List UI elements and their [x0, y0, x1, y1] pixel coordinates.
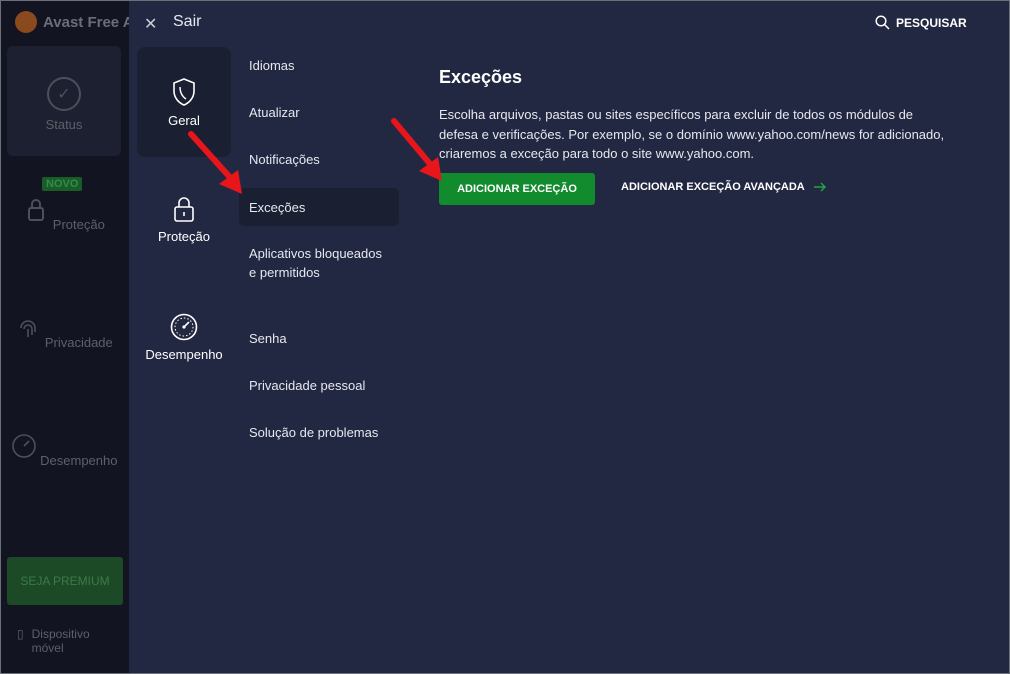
window: Avast Free A ✓ Status NOVO Proteção Priv… [0, 0, 1010, 674]
background-sidebar: Avast Free A ✓ Status NOVO Proteção Priv… [1, 1, 134, 673]
search-icon [875, 15, 890, 30]
page-description: Escolha arquivos, pastas ou sites especí… [439, 107, 945, 161]
shield-icon [173, 78, 195, 106]
subnav-excecoes-label: Exceções [249, 199, 306, 215]
app-title-text: Avast Free A [43, 13, 134, 31]
speedometer-icon [170, 313, 198, 341]
bg-nav-protection-label: Proteção [52, 217, 105, 232]
speedometer-icon [11, 434, 36, 458]
mobile-device-label: Dispositivo móvel [31, 627, 90, 655]
bg-nav-performance: Desempenho [7, 433, 121, 468]
subnav-privacidade-pessoal[interactable]: Privacidade pessoal [239, 376, 399, 395]
check-circle-icon: ✓ [47, 77, 81, 111]
avast-logo-icon [15, 11, 37, 33]
search-button[interactable]: PESQUISAR [875, 15, 967, 30]
bg-nav-status: ✓ Status [7, 46, 121, 156]
subnav-senha[interactable]: Senha [239, 329, 399, 348]
new-badge: NOVO [42, 177, 83, 191]
bg-nav-performance-label: Desempenho [40, 453, 118, 468]
bg-nav-privacy: Privacidade [7, 315, 121, 350]
bg-nav-protection: Proteção [7, 197, 121, 232]
bg-nav-privacy-label: Privacidade [44, 335, 113, 350]
category-desempenho[interactable]: Desempenho [137, 313, 231, 362]
search-label: PESQUISAR [896, 15, 967, 30]
mobile-device-item: ▯ Dispositivo móvel [17, 627, 102, 655]
arrow-right-icon [813, 182, 826, 192]
subnav-atualizar[interactable]: Atualizar [239, 103, 399, 122]
annotation-arrow-2 [391, 118, 442, 181]
premium-button: SEJA PREMIUM [7, 557, 123, 605]
phone-icon: ▯ [17, 627, 24, 641]
subnav-solucao-problemas[interactable]: Solução de problemas [239, 423, 399, 442]
add-advanced-exception-label: ADICIONAR EXCEÇÃO AVANÇADA [621, 181, 805, 193]
add-advanced-exception-link[interactable]: ADICIONAR EXCEÇÃO AVANÇADA [621, 181, 827, 193]
category-protecao-label: Proteção [157, 229, 211, 244]
close-icon[interactable]: ✕ [144, 14, 157, 34]
annotation-arrow-1 [188, 131, 242, 194]
exit-label[interactable]: Sair [173, 13, 201, 31]
bg-nav-status-label: Status [45, 117, 83, 132]
subnav-idiomas[interactable]: Idiomas [239, 56, 399, 75]
category-protecao[interactable]: Proteção [137, 195, 231, 244]
add-exception-button[interactable]: ADICIONAR EXCEÇÃO [439, 173, 595, 205]
fingerprint-icon [20, 320, 37, 337]
app-title: Avast Free A [15, 11, 134, 33]
subnav-aplicativos[interactable]: Aplicativos bloqueados e permitidos [239, 244, 389, 282]
lock-icon [28, 199, 45, 221]
subnav-excecoes[interactable]: Exceções [239, 188, 399, 226]
subnav-notificacoes[interactable]: Notificações [239, 150, 399, 169]
page-title: Exceções [439, 67, 523, 87]
category-desempenho-label: Desempenho [145, 347, 223, 362]
